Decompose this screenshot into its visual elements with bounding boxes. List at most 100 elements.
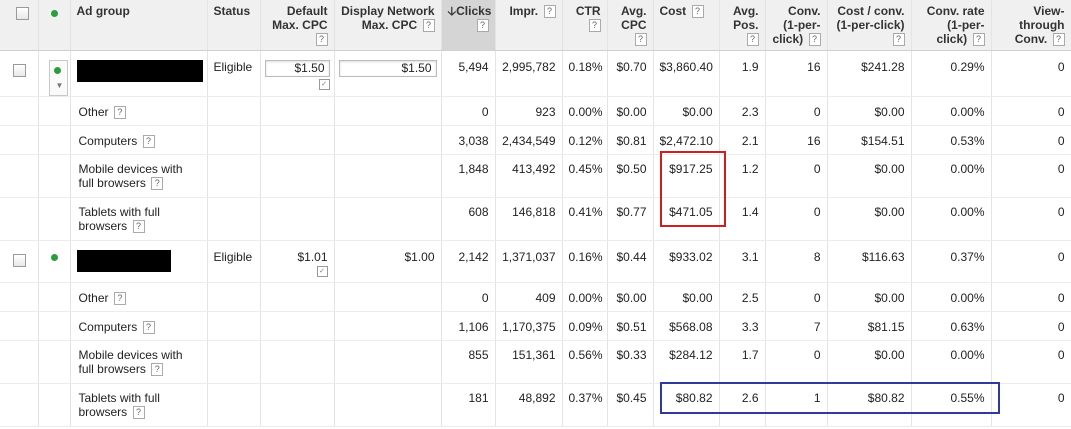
metric-value: 0 bbox=[1057, 104, 1065, 119]
metric-cell: 2,142 bbox=[441, 240, 496, 283]
help-icon[interactable]: ? bbox=[808, 33, 821, 47]
device-label: Mobile devices with full browsers bbox=[78, 161, 183, 190]
metric-cell: 181 bbox=[441, 383, 496, 427]
metric-cell: 0.12% bbox=[562, 125, 608, 155]
help-icon[interactable]: ? bbox=[151, 176, 164, 190]
help-icon[interactable]: ? bbox=[113, 291, 126, 305]
metric-value: 0.29% bbox=[950, 59, 985, 74]
metric-value: 5,494 bbox=[458, 59, 489, 74]
ad-groups-table: Ad group Status Default Max. CPC ? Displ… bbox=[0, 0, 1071, 427]
empty-cell bbox=[207, 311, 261, 341]
metric-cell: 608 bbox=[441, 197, 496, 241]
metric-cell: 2.3 bbox=[719, 96, 766, 126]
metric-cell: 0.00% bbox=[911, 197, 992, 241]
help-icon[interactable]: ? bbox=[1052, 33, 1065, 47]
help-icon[interactable]: ? bbox=[142, 134, 155, 148]
col-status[interactable]: Status bbox=[207, 0, 261, 51]
metric-cell: 146,818 bbox=[495, 197, 563, 241]
metric-value: 1,848 bbox=[458, 161, 489, 176]
metric-value: 0.16% bbox=[568, 249, 603, 264]
col-ctr[interactable]: CTR ? bbox=[562, 0, 608, 51]
help-icon[interactable]: ? bbox=[151, 362, 164, 376]
metric-value: 151,361 bbox=[512, 347, 556, 362]
metric-cell: 0 bbox=[765, 197, 828, 241]
metric-value: 0.53% bbox=[950, 133, 985, 148]
metric-value: $116.63 bbox=[862, 249, 905, 264]
col-conv-rate[interactable]: Conv. rate (1-per-click) ? bbox=[911, 0, 992, 51]
ad-group-row[interactable]: ▼ Eligible $1.50 ✓ $1.50 5,494 2,995,782 0.18% $… bbox=[0, 50, 1071, 97]
help-icon[interactable]: ? bbox=[142, 320, 155, 334]
ad-group-name-cell[interactable] bbox=[70, 50, 208, 97]
col-cost[interactable]: Cost ? bbox=[653, 0, 720, 51]
display-network-cpc-input[interactable]: $1.50 bbox=[338, 59, 437, 77]
display-cpc-cell[interactable]: $1.00 bbox=[334, 240, 442, 283]
device-label: Other bbox=[78, 104, 109, 119]
help-icon[interactable]: ? bbox=[422, 19, 435, 33]
metric-value: $0.00 bbox=[616, 104, 647, 119]
col-ad-group[interactable]: Ad group bbox=[70, 0, 208, 51]
metric-cell: 0 bbox=[991, 240, 1071, 283]
status-dropdown[interactable]: ▼ bbox=[48, 59, 69, 95]
default-max-cpc-value[interactable]: $1.01 bbox=[297, 250, 327, 264]
row-checkbox[interactable] bbox=[13, 63, 26, 77]
col-avg-cpc[interactable]: Avg. CPC ? bbox=[607, 0, 654, 51]
default-max-cpc-input[interactable]: $1.50 bbox=[264, 59, 330, 77]
help-icon[interactable]: ? bbox=[746, 33, 759, 47]
metric-value: 0 bbox=[1057, 319, 1065, 334]
metric-cell: 0.00% bbox=[562, 96, 608, 126]
metric-value: 16 bbox=[807, 133, 821, 148]
device-label-cell: Computers ? bbox=[70, 125, 208, 155]
row-checkbox[interactable] bbox=[13, 253, 26, 267]
col-view-through-conv[interactable]: View-through Conv. ? bbox=[991, 0, 1071, 51]
help-icon[interactable]: ? bbox=[113, 105, 126, 119]
help-icon[interactable]: ? bbox=[972, 33, 985, 47]
display-network-cpc-value[interactable]: $1.00 bbox=[404, 250, 434, 264]
status-text-cell: Eligible bbox=[207, 240, 261, 283]
col-impressions[interactable]: Impr. ? bbox=[495, 0, 563, 51]
col-avg-pos[interactable]: Avg. Pos. ? bbox=[719, 0, 766, 51]
col-clicks[interactable]: 🡣Clicks ? bbox=[441, 0, 496, 51]
empty-cell bbox=[334, 383, 442, 427]
redacted-ad-group-name[interactable] bbox=[76, 59, 203, 82]
ad-group-row[interactable]: Eligible $1.01 ✓ $1.00 2,142 1,371,037 0.16% $0… bbox=[0, 240, 1071, 283]
help-icon[interactable]: ? bbox=[543, 5, 556, 19]
help-icon[interactable]: ? bbox=[634, 33, 647, 47]
metric-value: 2,434,549 bbox=[502, 133, 556, 148]
help-icon[interactable]: ? bbox=[892, 33, 905, 47]
col-cost-per-conv[interactable]: Cost / conv. (1-per-click) ? bbox=[827, 0, 912, 51]
metric-value: 0 bbox=[1057, 390, 1065, 405]
help-icon[interactable]: ? bbox=[132, 405, 145, 419]
device-segment-row: Other ? 0 409 0.00% $0.00 $0.00 2.5 0 $0.00 0.00%… bbox=[0, 282, 1071, 312]
status-cell[interactable]: ▼ bbox=[38, 50, 71, 97]
col-default-max-cpc[interactable]: Default Max. CPC ? bbox=[260, 0, 335, 51]
help-icon[interactable]: ? bbox=[315, 33, 328, 47]
help-icon[interactable]: ? bbox=[476, 19, 489, 33]
select-all-checkbox-cell[interactable] bbox=[0, 0, 39, 51]
metric-value: 0.37% bbox=[950, 249, 985, 264]
edit-icon[interactable]: ✓ bbox=[316, 265, 328, 277]
redacted-ad-group-name[interactable] bbox=[76, 249, 171, 272]
help-icon[interactable]: ? bbox=[588, 19, 601, 33]
empty-cell bbox=[38, 383, 71, 427]
ad-group-name-cell[interactable] bbox=[70, 240, 208, 283]
select-all-checkbox[interactable] bbox=[15, 7, 29, 20]
help-icon[interactable]: ? bbox=[691, 5, 704, 19]
metric-cell: $0.00 bbox=[827, 197, 912, 241]
row-checkbox-cell[interactable] bbox=[0, 240, 39, 283]
default-cpc-cell[interactable]: $1.01 ✓ bbox=[260, 240, 335, 283]
metric-value: $3,860.40 bbox=[659, 59, 713, 74]
display-cpc-cell[interactable]: $1.50 bbox=[334, 50, 442, 97]
col-conv[interactable]: Conv. (1-per-click) ? bbox=[765, 0, 828, 51]
device-segment-row: Computers ? 1,106 1,170,375 0.09% $0.51 $568.… bbox=[0, 311, 1071, 341]
device-label-cell: Computers ? bbox=[70, 311, 208, 341]
col-cost-per-conv-label: Cost / conv. (1-per-click) bbox=[836, 4, 905, 32]
metric-cell: $0.00 bbox=[827, 154, 912, 198]
metric-value: 2.1 bbox=[741, 133, 759, 148]
row-checkbox-cell[interactable] bbox=[0, 50, 39, 97]
help-icon[interactable]: ? bbox=[132, 219, 145, 233]
edit-icon[interactable]: ✓ bbox=[318, 78, 330, 90]
col-display-network-max-cpc[interactable]: Display Network Max. CPC ? bbox=[334, 0, 442, 51]
metric-cell: 16 bbox=[765, 125, 828, 155]
default-cpc-cell[interactable]: $1.50 ✓ bbox=[260, 50, 335, 97]
empty-cell bbox=[260, 96, 335, 126]
